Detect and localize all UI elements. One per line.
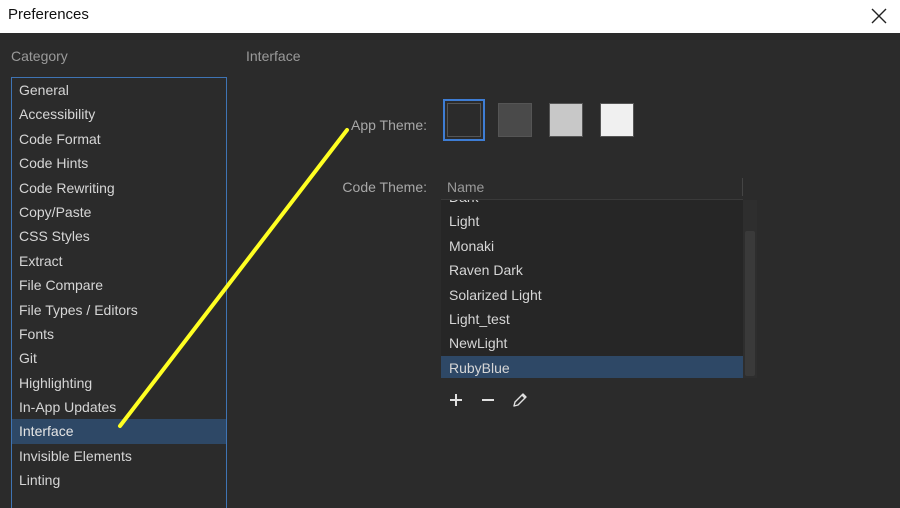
category-list[interactable]: General Accessibility Code Format Code Hint… — [11, 77, 227, 508]
minus-icon — [482, 399, 494, 401]
sidebar-item-code-hints[interactable]: Code Hints — [12, 151, 226, 175]
code-theme-item[interactable]: Dark — [441, 200, 743, 209]
list-header[interactable]: Name — [441, 174, 743, 200]
title-bar: Preferences — [0, 0, 900, 33]
sidebar-item-highlighting[interactable]: Highlighting — [12, 371, 226, 395]
pencil-icon — [513, 393, 527, 407]
sidebar-item-accessibility[interactable]: Accessibility — [12, 102, 226, 126]
window-title: Preferences — [8, 6, 89, 23]
code-theme-item[interactable]: Light — [441, 209, 743, 233]
scrollbar-thumb[interactable] — [745, 231, 755, 376]
close-button[interactable] — [868, 5, 890, 27]
code-theme-item[interactable]: Light_test — [441, 307, 743, 331]
sidebar-item-code-rewriting[interactable]: Code Rewriting — [12, 176, 226, 200]
sidebar-item-in-app-updates[interactable]: In-App Updates — [12, 395, 226, 419]
sidebar-item-general[interactable]: General — [12, 78, 226, 102]
sidebar-item-css-styles[interactable]: CSS Styles — [12, 224, 226, 248]
app-theme-swatch-2[interactable] — [498, 103, 532, 137]
sidebar-item-git[interactable]: Git — [12, 346, 226, 370]
code-theme-label: Code Theme: — [342, 179, 427, 195]
column-divider — [742, 178, 743, 196]
plus-icon — [450, 394, 462, 406]
sidebar-item-file-types-editors[interactable]: File Types / Editors — [12, 298, 226, 322]
app-theme-swatch-3[interactable] — [549, 103, 583, 137]
close-icon — [871, 8, 887, 24]
app-theme-label: App Theme: — [350, 117, 427, 133]
sidebar-item-file-compare[interactable]: File Compare — [12, 273, 226, 297]
sidebar-item-linting[interactable]: Linting — [12, 468, 226, 492]
remove-theme-button[interactable] — [478, 390, 498, 410]
code-theme-list-body[interactable]: DarkLightMonakiRaven DarkSolarized Light… — [441, 200, 743, 378]
code-theme-item[interactable]: Monaki — [441, 234, 743, 258]
code-theme-item[interactable]: RubyBlue — [441, 355, 743, 378]
name-column-header[interactable]: Name — [447, 179, 484, 195]
add-theme-button[interactable] — [446, 390, 466, 410]
sidebar-item-extract[interactable]: Extract — [12, 249, 226, 273]
code-theme-item[interactable]: Raven Dark — [441, 258, 743, 282]
sidebar-item-interface[interactable]: Interface — [12, 419, 226, 444]
category-header: Category — [11, 48, 68, 64]
code-theme-item[interactable]: Solarized Light — [441, 283, 743, 307]
sidebar-item-fonts[interactable]: Fonts — [12, 322, 226, 346]
sidebar-item-copy-paste[interactable]: Copy/Paste — [12, 200, 226, 224]
code-theme-item[interactable]: NewLight — [441, 331, 743, 355]
app-theme-swatch-1[interactable] — [443, 99, 485, 141]
interface-header: Interface — [246, 48, 301, 64]
edit-theme-button[interactable] — [510, 390, 530, 410]
app-theme-swatch-4[interactable] — [600, 103, 634, 137]
preferences-content: Category Interface General Accessibility C… — [0, 33, 900, 508]
code-theme-list[interactable]: Name DarkLightMonakiRaven DarkSolarized … — [441, 174, 757, 378]
sidebar-item-code-format[interactable]: Code Format — [12, 127, 226, 151]
sidebar-item-invisible-elements[interactable]: Invisible Elements — [12, 444, 226, 468]
scrollbar[interactable] — [743, 200, 757, 378]
